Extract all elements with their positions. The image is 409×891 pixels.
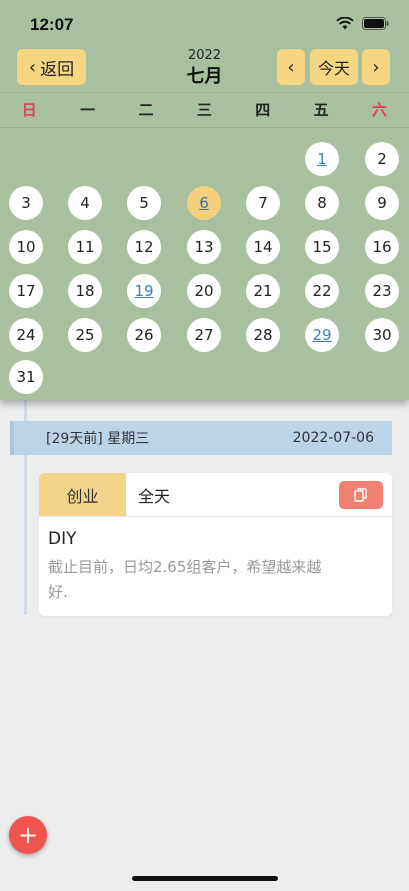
calendar-day[interactable]: 14 (246, 230, 280, 264)
next-month-button[interactable]: › (362, 49, 390, 85)
calendar-day[interactable]: 2 (365, 142, 399, 176)
calendar-panel: 12:07 ‹ 返回 2022 七月 ‹ 今天 › 日 一 二 三 四 五 六 … (0, 0, 409, 400)
month-title: 2022 七月 (150, 46, 259, 88)
year-label: 2022 (187, 48, 222, 63)
event-date-bar: [29天前] 星期三 2022-07-06 (10, 421, 392, 455)
calendar-day[interactable]: 4 (68, 186, 102, 220)
event-card[interactable]: 创业 全天 DIY 截止目前，日均2.65组客户，希望越来越好. (39, 473, 392, 616)
event-weekday: 星期三 (107, 431, 150, 447)
month-label: 七月 (186, 66, 223, 87)
weekday-row: 日 一 二 三 四 五 六 (0, 92, 409, 128)
copy-button[interactable] (339, 481, 383, 509)
wifi-icon (336, 17, 354, 30)
event-day-info: [29天前] 星期三 (46, 428, 149, 448)
weekday-label: 一 (80, 101, 96, 119)
calendar-day[interactable]: 20 (187, 274, 221, 308)
calendar-day[interactable]: 22 (305, 274, 339, 308)
calendar-day[interactable]: 12 (127, 230, 161, 264)
battery-icon (362, 17, 389, 30)
calendar-day[interactable]: 9 (365, 186, 399, 220)
calendar-day[interactable]: 5 (127, 186, 161, 220)
calendar-day[interactable]: 18 (68, 274, 102, 308)
status-icons (336, 17, 389, 30)
calendar-day[interactable]: 1 (305, 142, 339, 176)
event-title: DIY (48, 529, 77, 549)
copy-icon (354, 488, 367, 502)
calendar-header: ‹ 返回 2022 七月 ‹ 今天 › (0, 46, 409, 92)
calendar-day[interactable]: 24 (9, 318, 43, 352)
back-label: 返回 (40, 59, 75, 80)
calendar-day[interactable]: 27 (187, 318, 221, 352)
calendar-day[interactable]: 10 (9, 230, 43, 264)
calendar-day[interactable]: 26 (127, 318, 161, 352)
calendar-day[interactable]: 8 (305, 186, 339, 220)
calendar-day[interactable]: 30 (365, 318, 399, 352)
calendar-day[interactable]: 29 (305, 318, 339, 352)
relative-days: [29天前] (46, 431, 103, 447)
calendar-day[interactable]: 6 (187, 186, 221, 220)
calendar-day[interactable]: 31 (9, 360, 43, 394)
weekday-label: 四 (255, 101, 271, 119)
status-bar: 12:07 (0, 0, 409, 46)
home-indicator (132, 876, 278, 881)
event-date: 2022-07-06 (292, 430, 374, 446)
event-body: 截止目前，日均2.65组客户，希望越来越好. (48, 558, 322, 601)
all-day-label: 全天 (138, 486, 171, 506)
chevron-right-icon: › (372, 56, 380, 78)
calendar-day[interactable]: 7 (246, 186, 280, 220)
calendar-day[interactable]: 3 (9, 186, 43, 220)
calendar-day[interactable]: 28 (246, 318, 280, 352)
event-card-header: 创业 全天 (39, 473, 392, 517)
status-time: 12:07 (30, 15, 74, 34)
calendar-day[interactable]: 15 (305, 230, 339, 264)
calendar-day[interactable]: 19 (127, 274, 161, 308)
prev-month-button[interactable]: ‹ (277, 49, 305, 85)
weekday-label: 六 (372, 101, 388, 119)
back-button[interactable]: ‹ 返回 (17, 49, 86, 85)
add-event-button[interactable]: + (9, 816, 47, 854)
today-button[interactable]: 今天 (310, 49, 358, 85)
calendar-day[interactable]: 16 (365, 230, 399, 264)
weekday-label: 二 (138, 101, 154, 119)
today-label: 今天 (317, 59, 350, 78)
plus-icon: + (17, 821, 39, 849)
calendar-day[interactable]: 13 (187, 230, 221, 264)
chevron-left-icon: ‹ (287, 56, 295, 78)
calendar-day[interactable]: 17 (9, 274, 43, 308)
weekday-label: 日 (21, 101, 37, 119)
chevron-left-icon: ‹ (28, 56, 37, 78)
calendar-day[interactable]: 23 (365, 274, 399, 308)
calendar-day[interactable]: 21 (246, 274, 280, 308)
weekday-label: 三 (196, 101, 212, 119)
category-tag[interactable]: 创业 (39, 473, 126, 516)
weekday-label: 五 (313, 101, 329, 119)
calendar-day[interactable]: 11 (68, 230, 102, 264)
calendar-day[interactable]: 25 (68, 318, 102, 352)
